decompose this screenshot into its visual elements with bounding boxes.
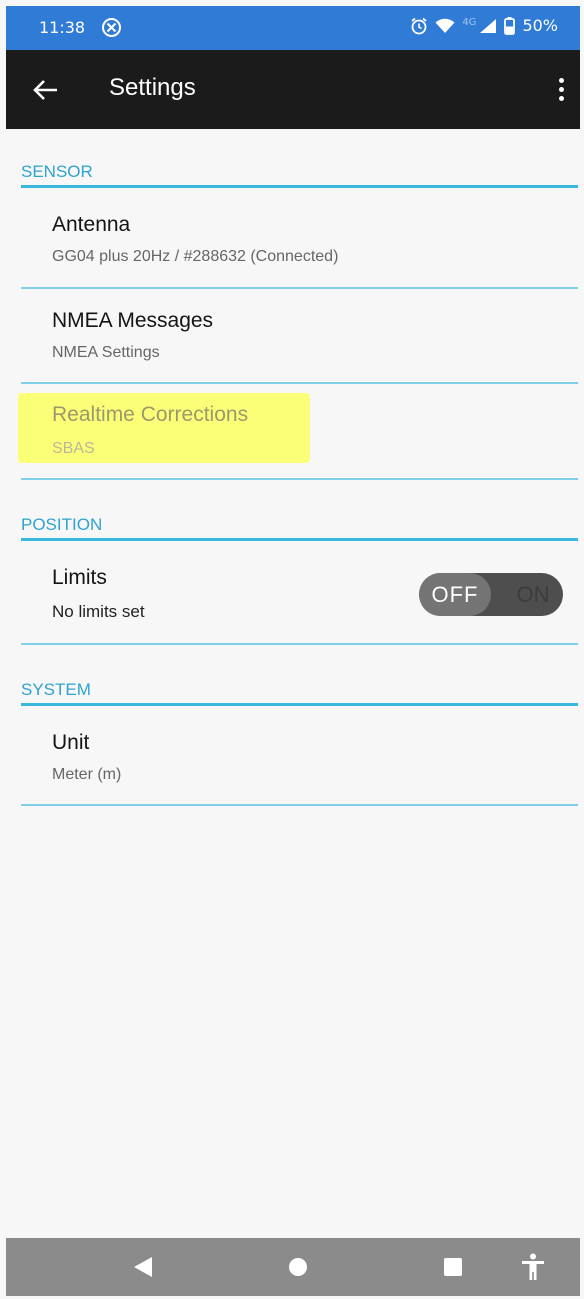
cancel-icon: [102, 18, 121, 37]
pref-summary-unit: Meter (m): [52, 766, 122, 783]
battery-percent: 50%: [522, 16, 558, 35]
alarm-icon: [411, 17, 427, 34]
pref-summary-antenna: GG04 plus 20Hz / #288632 (Connected): [52, 248, 339, 265]
pref-summary-limits: No limits set: [52, 602, 145, 621]
recents-square-icon[interactable]: [438, 1252, 468, 1282]
status-icons: 4G 50%: [410, 16, 558, 35]
battery-icon: [504, 16, 516, 35]
toggle-on-label: ON: [516, 581, 550, 607]
wifi-icon: [435, 18, 455, 33]
back-triangle-icon[interactable]: [128, 1252, 158, 1282]
status-bar: 11:38 4G 50%: [6, 6, 580, 50]
home-circle-icon[interactable]: [283, 1252, 313, 1282]
back-arrow-icon[interactable]: [32, 76, 60, 104]
app-bar: Settings: [6, 50, 580, 129]
pref-item-realtime-corrections[interactable]: Realtime Corrections SBAS: [21, 384, 578, 480]
pref-title-realtime-corrections: Realtime Corrections: [52, 403, 249, 426]
page-title: Settings: [109, 74, 196, 101]
pref-summary-realtime-corrections: SBAS: [52, 440, 95, 457]
accessibility-icon[interactable]: [518, 1252, 548, 1282]
toggle-off-label: OFF: [419, 573, 491, 616]
status-time: 11:38: [39, 18, 86, 37]
pref-title-nmea-messages: NMEA Messages: [52, 309, 214, 332]
section-header-sensor: SENSOR: [21, 158, 578, 188]
section-header-system: SYSTEM: [21, 676, 578, 706]
pref-title-limits: Limits: [52, 566, 107, 589]
pref-title-unit: Unit: [52, 731, 90, 754]
network-label: 4G: [462, 17, 477, 28]
pref-item-nmea-messages[interactable]: NMEA Messages NMEA Settings: [21, 289, 578, 384]
pref-item-antenna[interactable]: Antenna GG04 plus 20Hz / #288632 (Connec…: [21, 191, 578, 289]
pref-title-antenna: Antenna: [52, 213, 131, 236]
overflow-menu-icon[interactable]: [554, 74, 568, 106]
signal-icon: [480, 18, 497, 33]
navigation-bar: [6, 1238, 580, 1296]
pref-summary-nmea-messages: NMEA Settings: [52, 344, 160, 361]
limits-toggle[interactable]: OFF ON: [419, 573, 563, 616]
pref-item-unit[interactable]: Unit Meter (m): [21, 709, 578, 806]
section-header-position: POSITION: [21, 511, 578, 541]
